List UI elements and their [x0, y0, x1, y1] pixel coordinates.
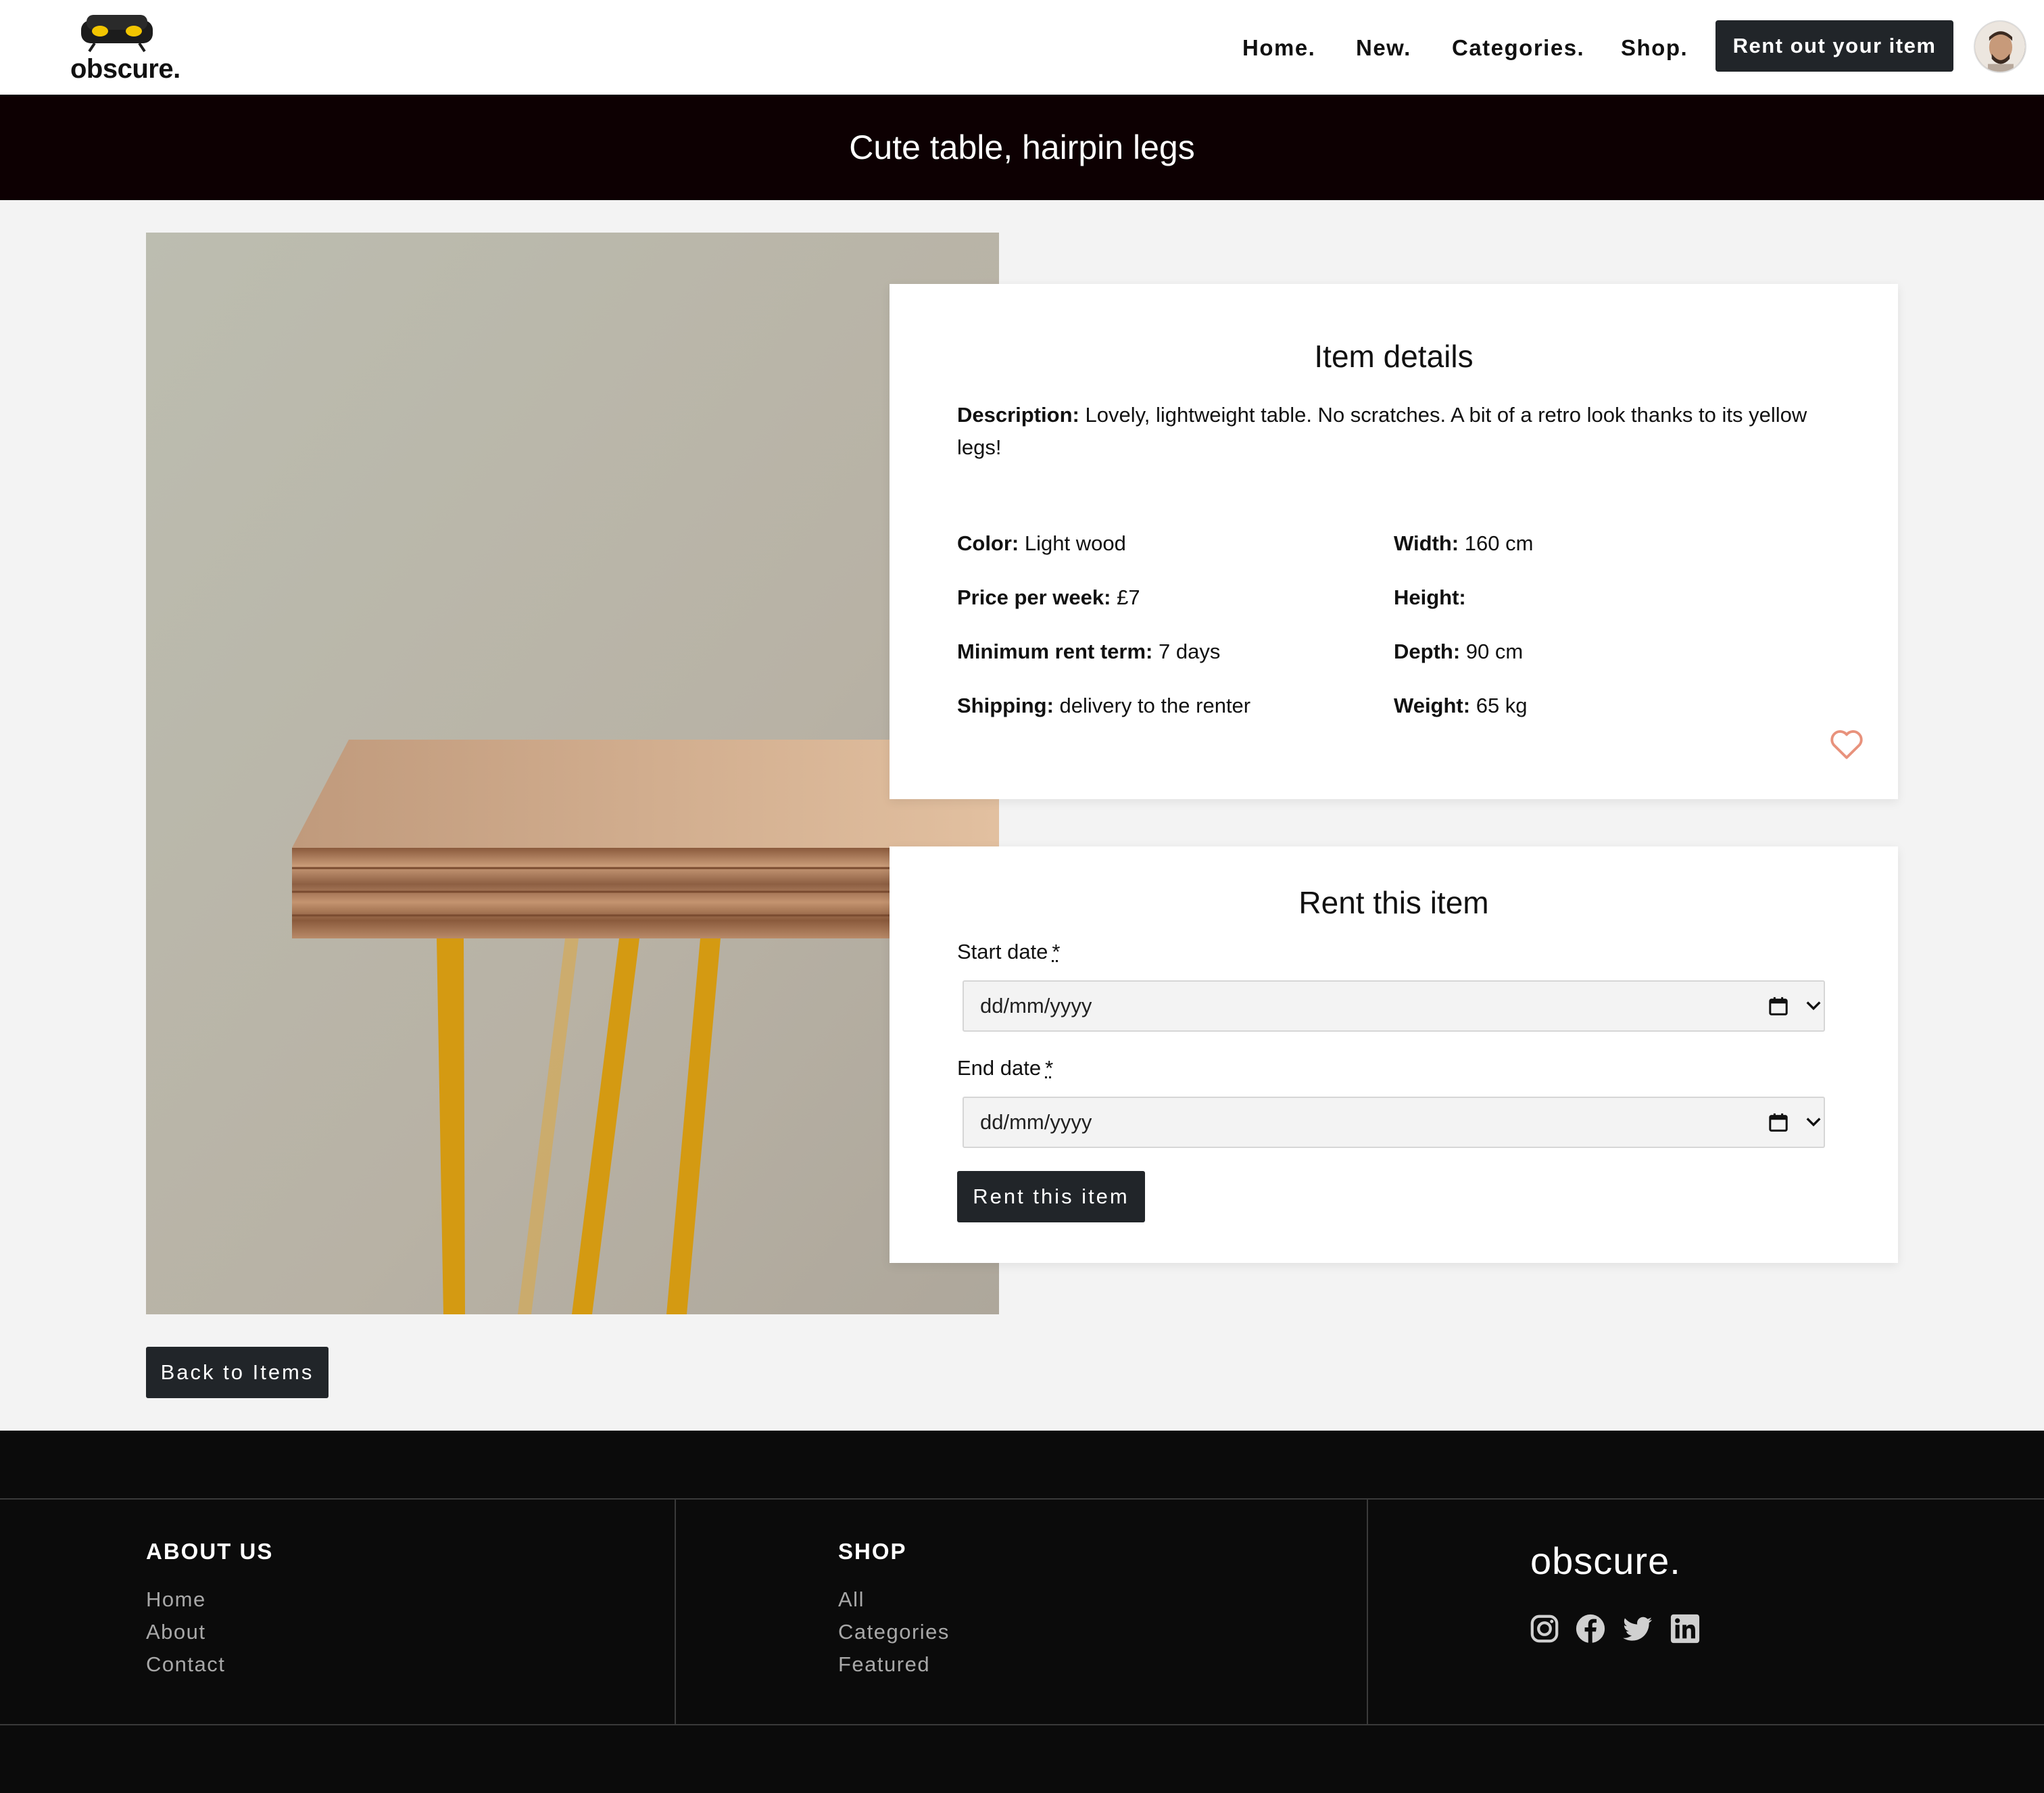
spec-label: Minimum rent term:: [957, 640, 1153, 663]
spec-shipping: Shipping: delivery to the renter: [957, 694, 1250, 718]
rent-card: Rent this item Start date * dd/mm/yyyy En…: [890, 846, 1898, 1263]
item-details-title: Item details: [1314, 339, 1474, 374]
calendar-icon[interactable]: [1768, 1111, 1788, 1133]
spec-height: Height:: [1394, 585, 1466, 610]
footer-link-home[interactable]: Home: [146, 1587, 206, 1612]
spec-label: Shipping:: [957, 694, 1054, 717]
chevron-down-icon[interactable]: [1805, 999, 1822, 1013]
footer-divider: [0, 1498, 2044, 1500]
facebook-icon[interactable]: [1575, 1613, 1606, 1644]
footer-link-featured[interactable]: Featured: [838, 1652, 930, 1677]
calendar-icon[interactable]: [1768, 995, 1788, 1017]
spec-value: 7 days: [1158, 640, 1221, 663]
nav-shop[interactable]: Shop.: [1621, 30, 1688, 66]
footer-column-divider: [675, 1498, 676, 1724]
spec-price: Price per week: £7: [957, 585, 1140, 610]
start-date-label: Start date *: [957, 940, 1061, 964]
avatar[interactable]: [1974, 20, 2026, 73]
product-image: [146, 233, 999, 1314]
site-footer: ABOUT US Home About Contact SHOP All Cat…: [0, 1431, 2044, 1793]
spec-label: Width:: [1394, 531, 1459, 555]
spec-depth: Depth: 90 cm: [1394, 640, 1523, 664]
back-to-items-button[interactable]: Back to Items: [146, 1347, 328, 1398]
description-text: Lovely, lightweight table. No scratches.…: [957, 403, 1807, 459]
description-label: Description:: [957, 403, 1079, 427]
page-title: Cute table, hairpin legs: [849, 128, 1195, 166]
nav-categories[interactable]: Categories.: [1452, 30, 1584, 66]
spec-label: Height:: [1394, 585, 1466, 609]
table-photo: [146, 233, 999, 1314]
date-placeholder: dd/mm/yyyy: [980, 994, 1092, 1018]
spec-value: 90 cm: [1465, 640, 1524, 663]
chevron-down-icon[interactable]: [1805, 1116, 1822, 1129]
nav-home[interactable]: Home.: [1242, 30, 1315, 66]
item-details-card: Item details Description: Lovely, lightw…: [890, 284, 1898, 799]
footer-about-heading: ABOUT US: [146, 1539, 274, 1564]
footer-link-all[interactable]: All: [838, 1587, 865, 1612]
label-text: Start date: [957, 940, 1048, 963]
rent-item-button[interactable]: Rent this item: [957, 1171, 1145, 1222]
footer-link-contact[interactable]: Contact: [146, 1652, 225, 1677]
linkedin-icon[interactable]: [1670, 1613, 1701, 1644]
spec-min-term: Minimum rent term: 7 days: [957, 640, 1220, 664]
item-description: Description: Lovely, lightweight table. …: [957, 399, 1829, 464]
site-header: obscure. Home. New. Categories. Shop. Re…: [0, 0, 2044, 95]
spec-label: Depth:: [1394, 640, 1461, 663]
label-text: End date: [957, 1056, 1042, 1080]
footer-link-categories[interactable]: Categories: [838, 1620, 950, 1644]
rent-title: Rent this item: [1298, 885, 1489, 920]
spec-weight: Weight: 65 kg: [1394, 694, 1528, 718]
date-placeholder: dd/mm/yyyy: [980, 1110, 1092, 1134]
spec-value: 65 kg: [1476, 694, 1528, 717]
logo-text: obscure.: [70, 54, 180, 84]
footer-divider: [0, 1724, 2044, 1725]
spec-width: Width: 160 cm: [1394, 531, 1533, 556]
required-mark: *: [1045, 1056, 1054, 1080]
footer-shop-heading: SHOP: [838, 1539, 907, 1564]
sofa-logo-icon: [81, 15, 153, 53]
spec-value: £7: [1117, 585, 1140, 609]
spec-label: Weight:: [1394, 694, 1471, 717]
required-mark: *: [1052, 940, 1061, 963]
rent-out-button[interactable]: Rent out your item: [1716, 20, 1953, 72]
footer-link-about[interactable]: About: [146, 1620, 206, 1644]
footer-column-divider: [1367, 1498, 1368, 1724]
start-date-input[interactable]: dd/mm/yyyy: [963, 980, 1825, 1032]
logo[interactable]: obscure.: [70, 12, 180, 87]
end-date-input[interactable]: dd/mm/yyyy: [963, 1097, 1825, 1148]
spec-color: Color: Light wood: [957, 531, 1126, 556]
spec-label: Price per week:: [957, 585, 1111, 609]
avatar-photo: [1975, 22, 2025, 72]
footer-brand: obscure.: [1530, 1539, 1681, 1582]
instagram-icon[interactable]: [1529, 1613, 1560, 1644]
heart-icon[interactable]: [1829, 727, 1864, 760]
spec-value: Light wood: [1024, 531, 1126, 555]
twitter-icon[interactable]: [1622, 1613, 1653, 1644]
spec-value: 160 cm: [1464, 531, 1534, 555]
spec-label: Color:: [957, 531, 1019, 555]
nav-new[interactable]: New.: [1356, 30, 1411, 66]
end-date-label: End date *: [957, 1056, 1053, 1080]
spec-value: delivery to the renter: [1059, 694, 1251, 717]
title-banner: Cute table, hairpin legs: [0, 95, 2044, 200]
